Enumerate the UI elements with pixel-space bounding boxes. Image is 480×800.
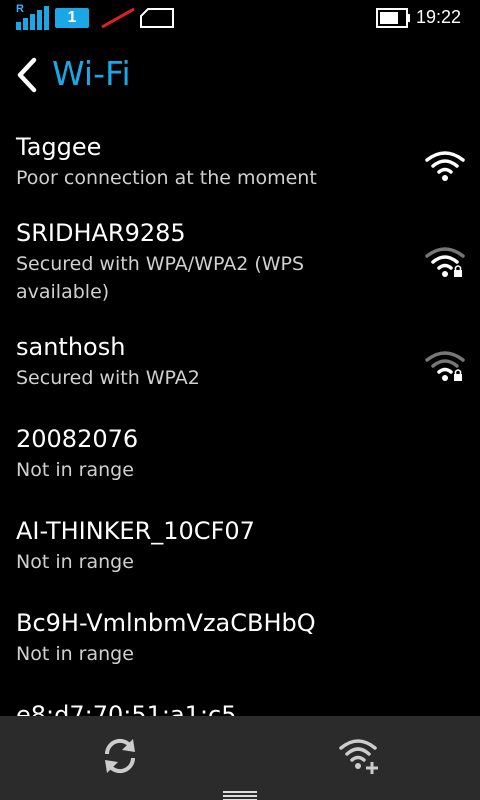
mobile-data-off-icon — [101, 8, 135, 28]
network-name: Taggee — [16, 133, 102, 161]
network-type-label: R — [16, 3, 24, 15]
wifi-strong-icon — [425, 151, 465, 181]
network-status: Secured with WPA2 — [16, 367, 200, 389]
network-item[interactable]: 20082076 Not in range — [0, 422, 480, 502]
network-list[interactable]: Taggee Poor connection at the moment SRI… — [0, 120, 480, 716]
memory-card-icon — [140, 8, 174, 28]
network-item[interactable]: santhosh Secured with WPA2 — [0, 330, 480, 410]
network-status: Not in range — [16, 551, 134, 573]
network-status: Secured with WPA/WPA2 (WPS available) — [16, 253, 305, 303]
network-status: Not in range — [16, 459, 134, 481]
menu-handle-icon[interactable] — [223, 790, 257, 800]
network-name: 20082076 — [16, 425, 139, 453]
clock: 19:22 — [416, 7, 462, 27]
page-title: Wi-Fi — [52, 54, 131, 93]
network-item[interactable]: Bc9H-VmlnbmVzaCBHbQ Not in range — [0, 606, 480, 686]
status-bar: R 1 19:22 — [0, 0, 480, 36]
network-status: Poor connection at the moment — [16, 167, 317, 189]
network-item[interactable]: SRIDHAR9285 Secured with WPA/WPA2 (WPS a… — [0, 216, 480, 316]
page-header: Wi-Fi — [0, 46, 480, 106]
network-name: Bc9H-VmlnbmVzaCBHbQ — [16, 609, 316, 637]
network-item[interactable]: e8:d7:70:51:a1:c5 — [0, 698, 480, 716]
chevron-left-icon[interactable] — [10, 54, 44, 96]
bottom-toolbar — [0, 716, 480, 800]
network-item[interactable]: Taggee Poor connection at the moment — [0, 130, 480, 210]
network-name: AI-THINKER_10CF07 — [16, 517, 255, 545]
network-name: e8:d7:70:51:a1:c5 — [16, 701, 237, 716]
network-name: santhosh — [16, 333, 126, 361]
sim-icon: 1 — [55, 8, 89, 28]
network-status: Not in range — [16, 643, 134, 665]
network-name: SRIDHAR9285 — [16, 219, 186, 247]
add-wifi-icon[interactable] — [338, 736, 382, 776]
battery-icon — [376, 8, 410, 28]
network-item[interactable]: AI-THINKER_10CF07 Not in range — [0, 514, 480, 594]
wifi-weak-lock-icon — [425, 247, 465, 277]
wifi-weak-lock-icon — [425, 351, 465, 381]
sim-slot-label: 1 — [67, 9, 77, 26]
refresh-icon[interactable] — [100, 736, 140, 776]
